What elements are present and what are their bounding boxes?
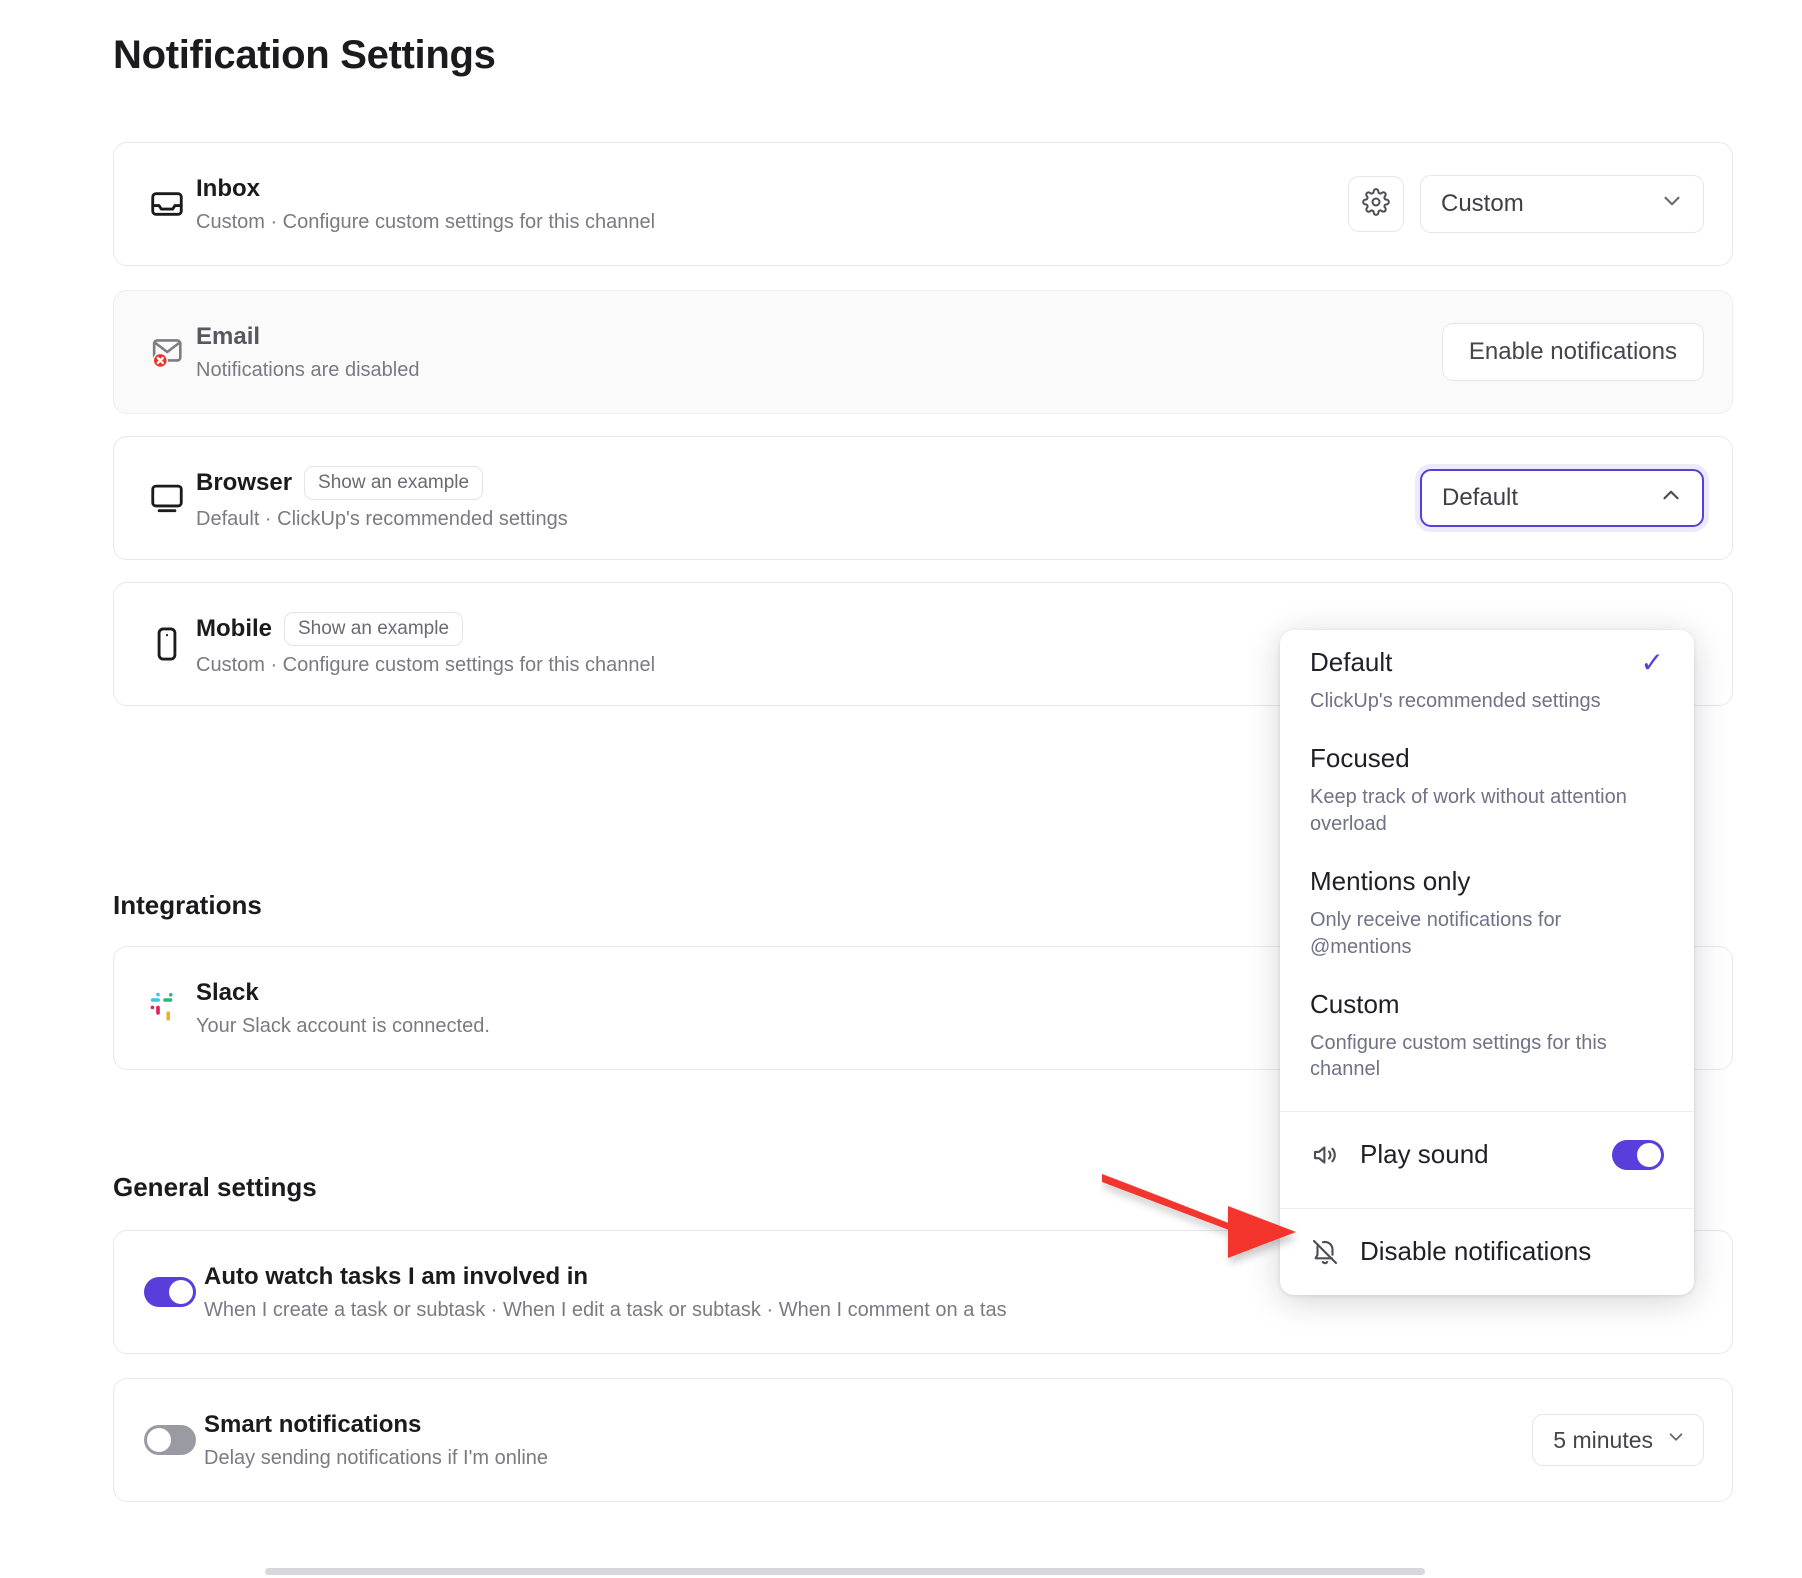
show-example-button-browser[interactable]: Show an example <box>304 465 484 500</box>
play-sound-toggle[interactable] <box>1612 1139 1664 1170</box>
channel-row-browser: Browser Show an example Default · ClickU… <box>113 436 1733 560</box>
section-heading-general: General settings <box>113 1172 317 1202</box>
channel-subtitle: Notifications are disabled <box>196 358 420 381</box>
dropdown-option-focused[interactable]: Focused Keep track of work without atten… <box>1280 726 1694 849</box>
dropdown-option-custom[interactable]: Custom Configure custom settings for thi… <box>1280 972 1694 1101</box>
general-subtitle: When I create a task or subtask · When I… <box>204 1298 1007 1321</box>
channel-row-email: Email Notifications are disabled Enable … <box>113 290 1733 414</box>
channel-subtitle: Default · ClickUp's recommended settings <box>196 507 568 530</box>
delay-value: 5 minutes <box>1553 1426 1653 1453</box>
dropdown-option-desc: ClickUp's recommended settings <box>1310 690 1601 712</box>
general-title: Auto watch tasks I am involved in <box>204 1262 589 1290</box>
channel-title: Email <box>196 322 261 350</box>
chevron-down-icon <box>1659 188 1685 221</box>
chevron-up-icon <box>1658 482 1684 515</box>
dropdown-option-desc: Keep track of work without attention ove… <box>1310 786 1627 835</box>
channel-subtitle: Custom · Configure custom settings for t… <box>196 210 656 233</box>
gear-icon-button[interactable] <box>1348 176 1404 232</box>
general-subtitle: Delay sending notifications if I'm onlin… <box>204 1446 549 1469</box>
gear-icon <box>1362 187 1390 221</box>
general-title: Smart notifications <box>204 1410 422 1438</box>
smart-notifications-delay-select[interactable]: 5 minutes <box>1532 1414 1704 1466</box>
inbox-icon <box>148 185 196 223</box>
email-disabled-icon <box>148 332 196 372</box>
horizontal-scrollbar[interactable] <box>265 1568 1425 1575</box>
dropdown-play-sound-row[interactable]: Play sound <box>1280 1112 1694 1198</box>
section-heading-integrations: Integrations <box>113 890 262 920</box>
bell-off-icon <box>1310 1237 1340 1267</box>
integration-title: Slack <box>196 978 259 1006</box>
dropdown-option-title: Default <box>1310 647 1393 677</box>
check-icon: ✓ <box>1640 646 1664 678</box>
channel-row-inbox: Inbox Custom · Configure custom settings… <box>113 142 1733 266</box>
channel-title: Inbox <box>196 174 260 202</box>
dropdown-option-desc: Configure custom settings for this chann… <box>1310 1031 1607 1081</box>
auto-watch-toggle[interactable] <box>144 1277 196 1307</box>
general-row-smart-notifications: Smart notifications Delay sending notifi… <box>113 1378 1733 1502</box>
dropdown-option-desc: Only receive notifications for @mentions <box>1310 909 1562 958</box>
notification-settings-page: Notification Settings Inbox Custom · Con… <box>0 0 1802 1578</box>
browser-mode-select[interactable]: Default <box>1420 469 1704 527</box>
inbox-mode-value: Custom <box>1441 190 1524 217</box>
chevron-down-icon <box>1665 1426 1687 1454</box>
slack-icon <box>148 990 196 1026</box>
smart-notifications-toggle[interactable] <box>144 1425 196 1455</box>
dropdown-option-default[interactable]: Default ✓ ClickUp's recommended settings <box>1280 630 1694 726</box>
channel-title: Mobile <box>196 614 272 642</box>
inbox-mode-select[interactable]: Custom <box>1420 175 1704 233</box>
disable-notifications-label: Disable notifications <box>1360 1236 1592 1267</box>
browser-mode-value: Default <box>1442 484 1519 511</box>
channel-title: Browser <box>196 468 293 496</box>
speaker-icon <box>1310 1140 1340 1170</box>
dropdown-option-mentions-only[interactable]: Mentions only Only receive notifications… <box>1280 849 1694 972</box>
show-example-button-mobile[interactable]: Show an example <box>284 611 464 646</box>
dropdown-option-title: Focused <box>1310 743 1410 774</box>
dropdown-option-title: Custom <box>1310 988 1400 1019</box>
enable-notifications-button[interactable]: Enable notifications <box>1441 323 1704 381</box>
dropdown-option-title: Mentions only <box>1310 866 1471 897</box>
phone-icon <box>148 625 196 663</box>
play-sound-label: Play sound <box>1360 1139 1489 1170</box>
page-title: Notification Settings <box>113 33 496 77</box>
dropdown-disable-notifications-row[interactable]: Disable notifications <box>1280 1209 1694 1295</box>
browser-mode-dropdown-menu: Default ✓ ClickUp's recommended settings… <box>1280 630 1694 1295</box>
monitor-icon <box>148 479 196 517</box>
